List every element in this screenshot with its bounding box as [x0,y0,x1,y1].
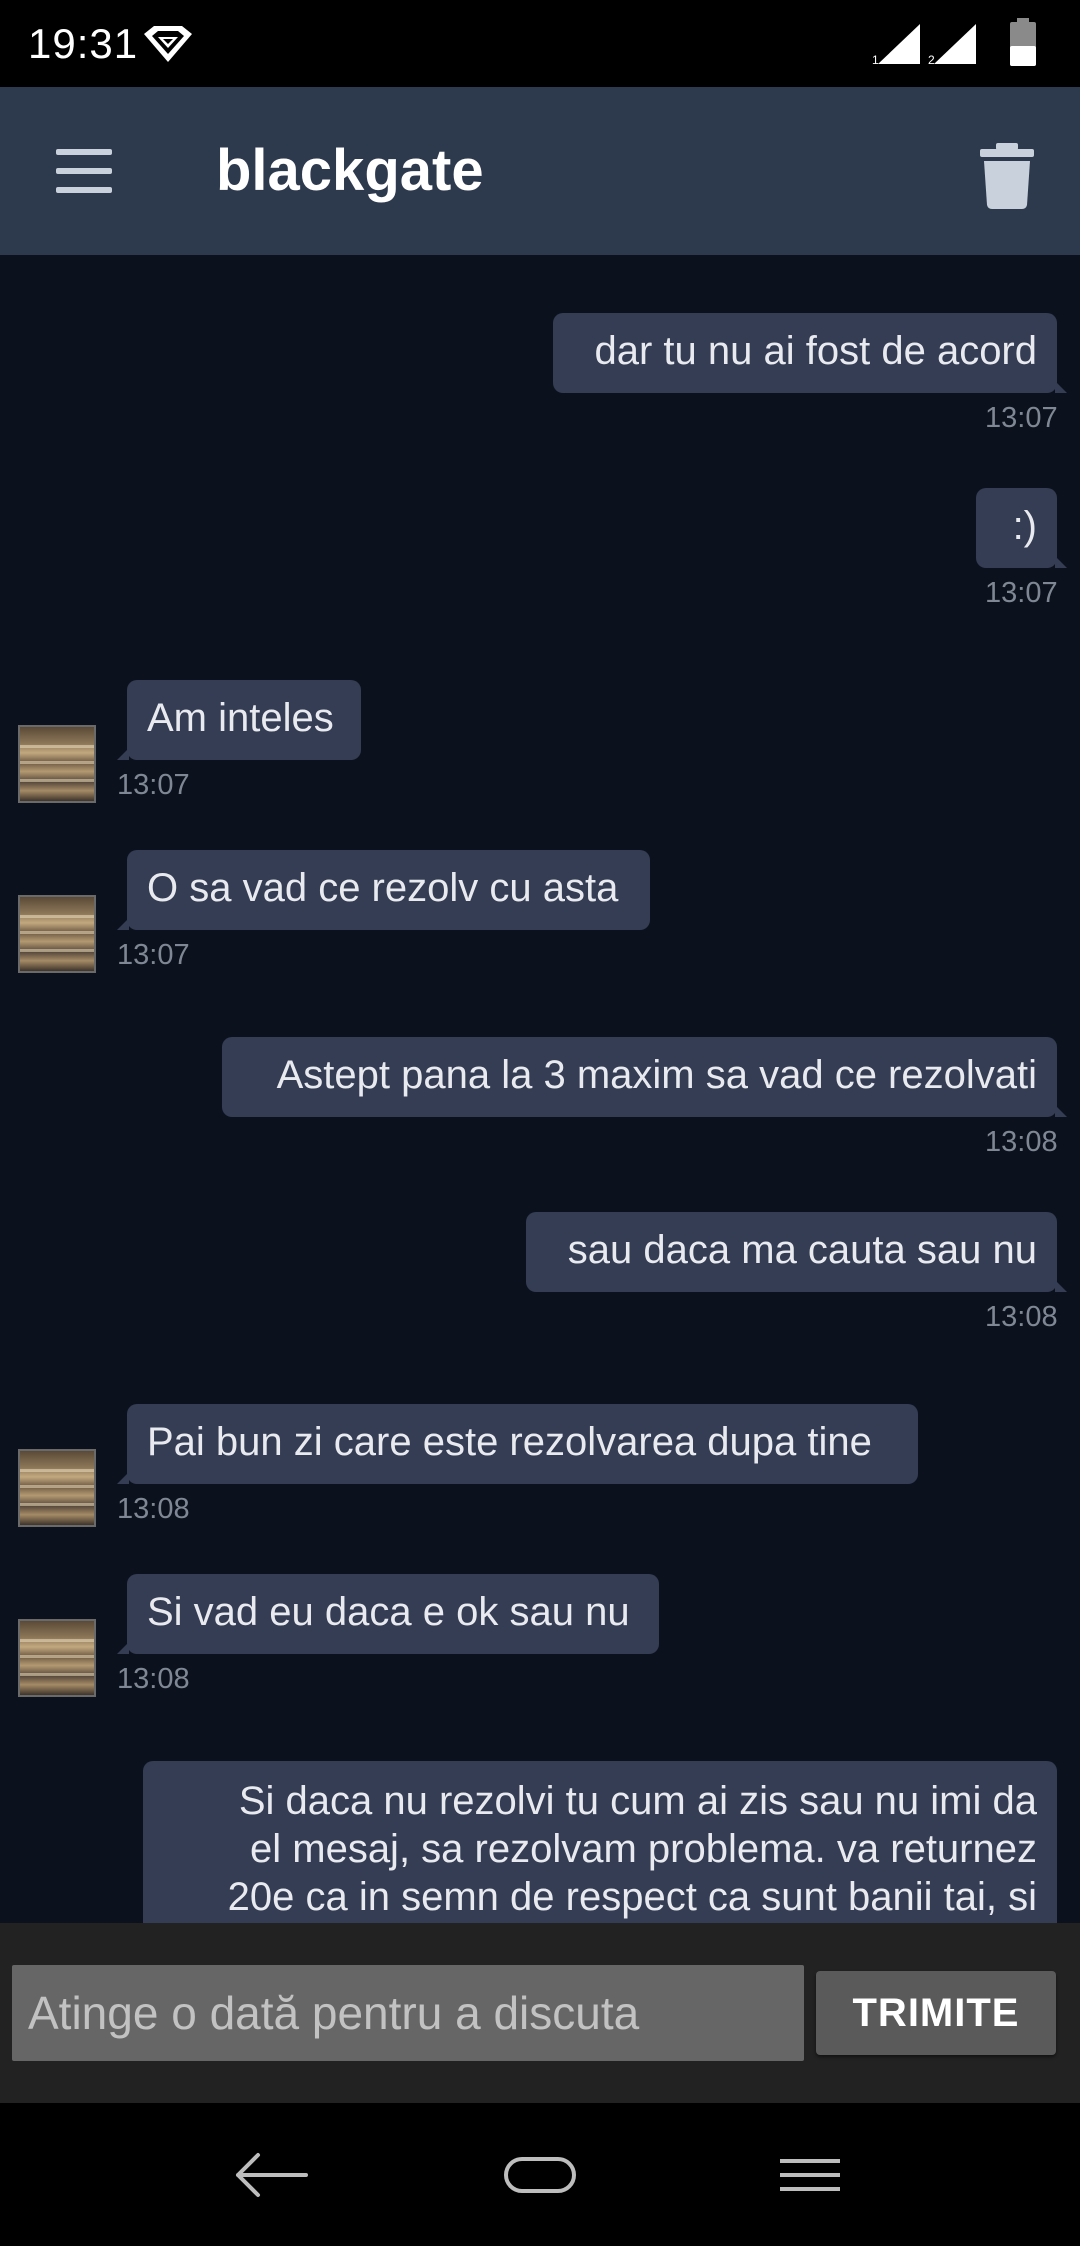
message-text-line: Si daca nu rezolvi tu cum ai zis sau nu … [238,1779,1037,1823]
recents-icon[interactable] [770,2147,850,2203]
incoming-message[interactable]: Pai bun zi care este rezolvarea dupa tin… [117,1404,918,1484]
incoming-message[interactable]: Am inteles [117,680,361,760]
message-text: sau daca ma cauta sau nu [567,1228,1037,1272]
message-text: Pai bun zi care este rezolvarea dupa tin… [147,1420,872,1464]
outgoing-message[interactable]: dar tu nu ai fost de acord [553,313,1067,393]
message-text: O sa vad ce rezolv cu asta [147,866,619,910]
contact-avatar[interactable] [18,895,96,973]
status-time: 19:31 [28,20,139,67]
signal-sim1-icon: 1 [872,24,920,66]
signal-sim2-icon: 2 [928,24,976,66]
message-text-line: 20e ca in semn de respect ca sunt banii … [227,1875,1037,1919]
message-text: Am inteles [147,696,334,740]
outgoing-message[interactable]: Si daca nu rezolvi tu cum ai zis sau nu … [143,1761,1057,1923]
outgoing-message[interactable]: :) [976,488,1067,568]
message-list[interactable]: dar tu nu ai fost de acord 13:07 :) 13:0… [0,255,1080,1923]
wifi-icon [144,26,192,62]
message-text-line: el mesaj, sa rezolvam problema. va retur… [250,1827,1037,1871]
incoming-message[interactable]: Si vad eu daca e ok sau nu [117,1574,659,1654]
message-time: 13:08 [117,1663,190,1695]
chat-screen: 19:31 1 2 blackgate dar tu nu ai fost de… [0,0,1080,2246]
outgoing-message[interactable]: sau daca ma cauta sau nu [526,1212,1067,1292]
contact-avatar[interactable] [18,725,96,803]
system-nav-bar [0,2103,1080,2246]
message-text: dar tu nu ai fost de acord [594,329,1038,373]
outgoing-message[interactable]: Astept pana la 3 maxim sa vad ce rezolva… [222,1037,1067,1117]
message-text: Astept pana la 3 maxim sa vad ce rezolva… [276,1053,1037,1097]
sim2-label: 2 [928,53,935,66]
message-time: 13:07 [117,769,190,801]
trash-icon[interactable] [972,141,1042,211]
message-time: 13:08 [985,1301,1058,1333]
send-button[interactable]: TRIMITE [816,1971,1056,2055]
battery-icon [1010,18,1036,66]
contact-avatar[interactable] [18,1619,96,1697]
sim1-label: 1 [872,53,879,66]
status-bar: 19:31 1 2 [0,0,1080,87]
message-time: 13:07 [985,402,1058,434]
message-time: 13:07 [117,939,190,971]
message-time: 13:07 [985,577,1058,609]
conversation-title: blackgate [216,138,484,203]
contact-avatar[interactable] [18,1449,96,1527]
message-time: 13:08 [117,1493,190,1525]
home-icon[interactable] [500,2151,580,2199]
message-text: Si vad eu daca e ok sau nu [147,1590,630,1634]
message-time: 13:08 [985,1126,1058,1158]
message-text: :) [1012,504,1037,548]
hamburger-menu-icon[interactable] [46,139,122,203]
composer-bar: TRIMITE [0,1923,1080,2103]
incoming-message[interactable]: O sa vad ce rezolv cu asta [117,850,650,930]
message-input[interactable] [12,1965,804,2061]
app-bar: blackgate [0,87,1080,255]
back-icon[interactable] [230,2145,310,2205]
